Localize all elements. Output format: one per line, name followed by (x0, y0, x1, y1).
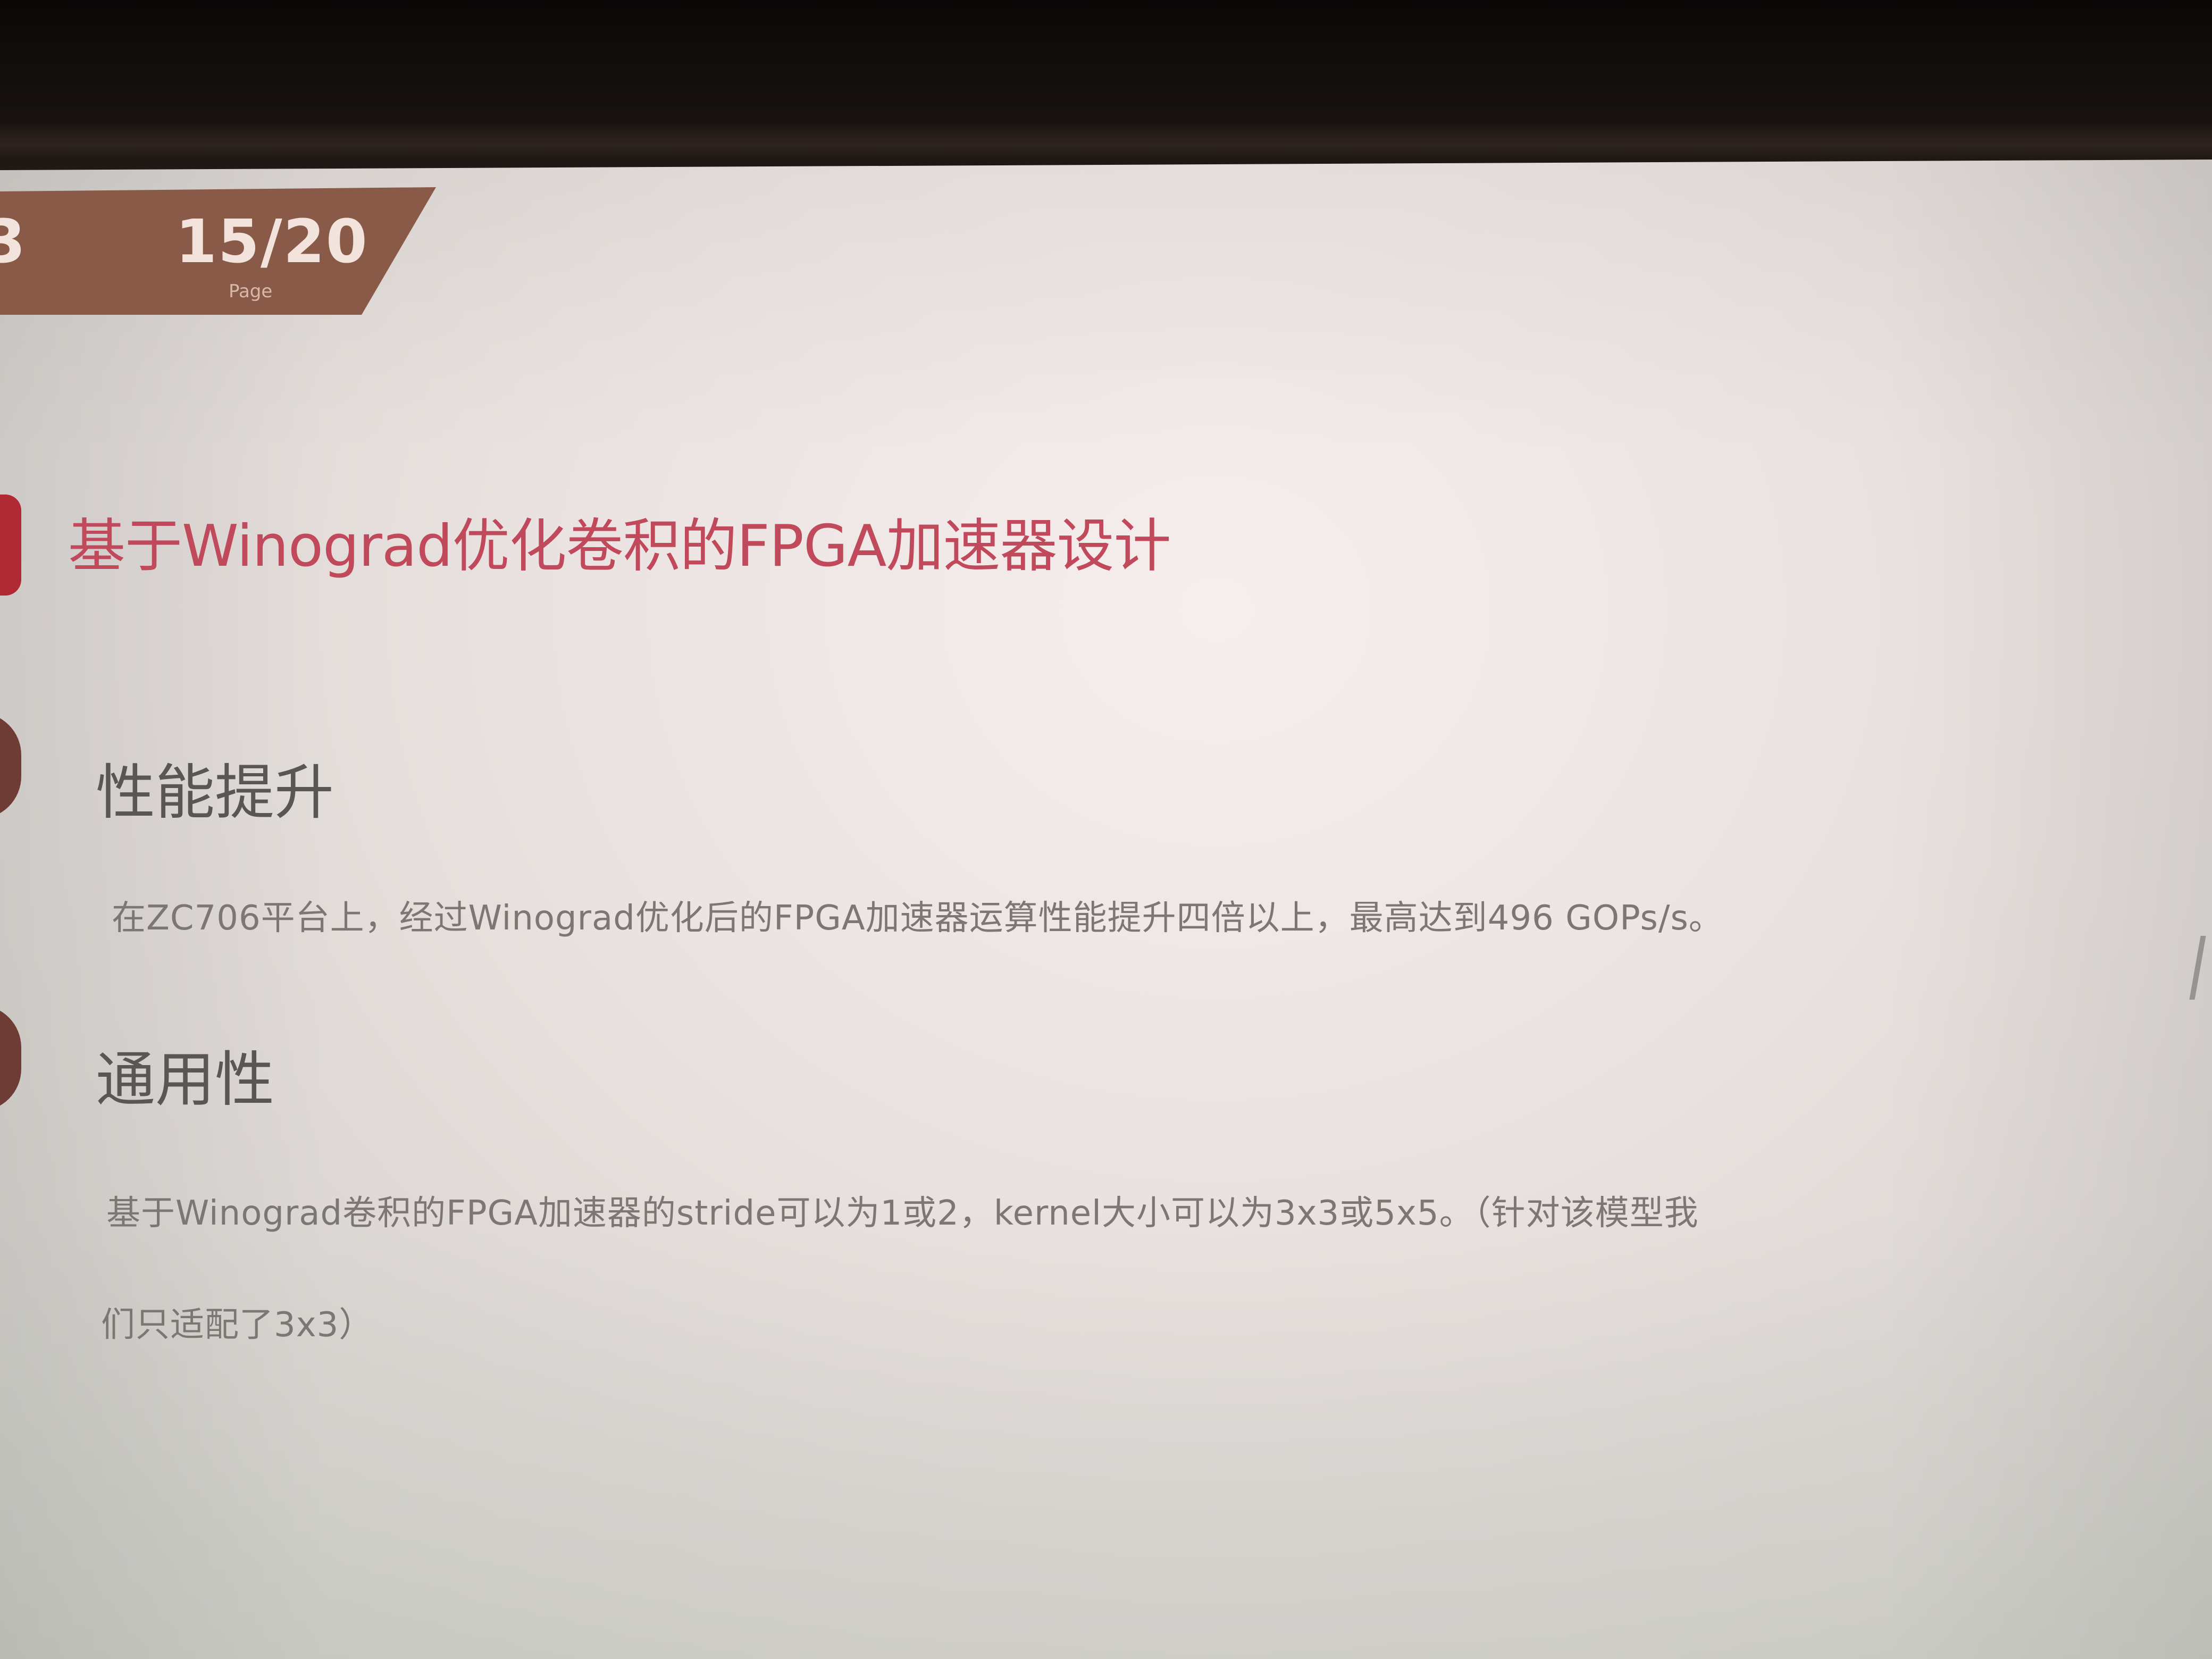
section-heading-performance: 性能提升 (96, 758, 334, 827)
page-badge-content: 3 15/20 Page (0, 160, 436, 315)
photo-scene: 3 15/20 Page 基于Winograd优化卷积的FPGA加速器设计 性能… (0, 0, 2212, 1659)
section-paragraph-generality-line1: 基于Winograd卷积的FPGA加速器的stride可以为1或2，kernel… (106, 1194, 1699, 1233)
page-indicator: 15/20 (175, 207, 368, 276)
slide-title: 基于Winograd优化卷积的FPGA加速器设计 (68, 513, 1171, 580)
section-heading-generality: 通用性 (96, 1045, 274, 1115)
screen-frame-edge (0, 122, 2212, 160)
projection-screen: 3 15/20 Page 基于Winograd优化卷积的FPGA加速器设计 性能… (0, 160, 2212, 1659)
section-paragraph-performance: 在ZC706平台上，经过Winograd优化后的FPGA加速器运算性能提升四倍以… (112, 899, 1723, 938)
title-accent-bar (0, 495, 21, 596)
section-paragraph-generality-line2: 们只适配了3x3） (101, 1305, 374, 1345)
page-indicator-sublabel: Page (229, 281, 273, 302)
left-badge-number: 3 (0, 207, 26, 276)
